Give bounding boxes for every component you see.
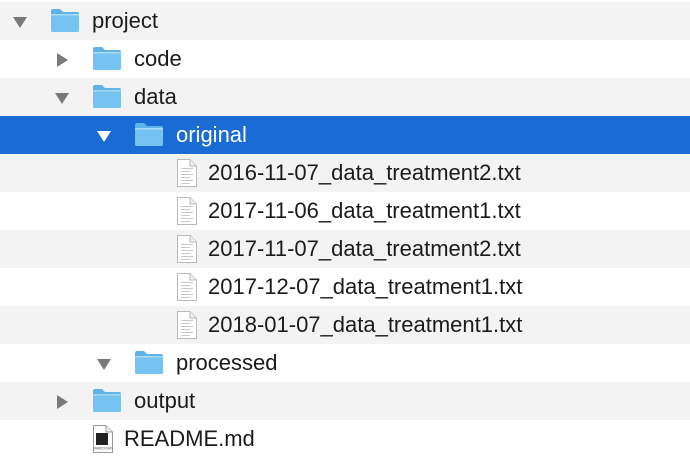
folder-icon <box>50 7 80 33</box>
tree-row-label: 2018-01-07_data_treatment1.txt <box>208 312 523 337</box>
disclosure-triangle-expanded-icon[interactable] <box>96 356 112 372</box>
tree-row-label: 2016-11-07_data_treatment2.txt <box>208 160 521 185</box>
tree-row-label: 2017-12-07_data_treatment1.txt <box>208 274 523 299</box>
tree-row-label: original <box>176 122 247 147</box>
tree-row-label: processed <box>176 350 278 375</box>
tree-row-label: 2017-11-06_data_treatment1.txt <box>208 198 521 223</box>
file-tree: project code data original 2016-11-07_da… <box>0 2 690 458</box>
tree-row-project[interactable]: project <box>0 2 690 40</box>
folder-icon <box>134 121 164 147</box>
tree-row-data[interactable]: data <box>0 78 690 116</box>
tree-row-processed[interactable]: processed <box>0 344 690 382</box>
tree-row-file[interactable]: 2017-12-07_data_treatment1.txt <box>0 268 690 306</box>
markdown-file-icon: MARKDOWN <box>92 424 114 454</box>
disclosure-triangle-expanded-icon[interactable] <box>96 128 112 144</box>
disclosure-triangle-collapsed-icon[interactable] <box>54 394 70 410</box>
folder-icon <box>92 83 122 109</box>
tree-row-label: output <box>134 388 196 413</box>
tree-row-file[interactable]: 2018-01-07_data_treatment1.txt <box>0 306 690 344</box>
folder-icon <box>92 387 122 413</box>
svg-text:MARKDOWN: MARKDOWN <box>93 447 113 451</box>
tree-row-original[interactable]: original <box>0 116 690 154</box>
text-file-icon <box>176 234 198 264</box>
tree-row-file[interactable]: 2016-11-07_data_treatment2.txt <box>0 154 690 192</box>
disclosure-triangle-collapsed-icon[interactable] <box>54 52 70 68</box>
tree-row-readme[interactable]: MARKDOWN README.md <box>0 420 690 458</box>
text-file-icon <box>176 158 198 188</box>
tree-row-label: 2017-11-07_data_treatment2.txt <box>208 236 521 261</box>
folder-icon <box>134 349 164 375</box>
folder-icon <box>92 45 122 71</box>
tree-row-code[interactable]: code <box>0 40 690 78</box>
tree-row-label: project <box>92 8 159 33</box>
tree-row-output[interactable]: output <box>0 382 690 420</box>
tree-row-label: code <box>134 46 182 71</box>
tree-row-file[interactable]: 2017-11-06_data_treatment1.txt <box>0 192 690 230</box>
disclosure-triangle-expanded-icon[interactable] <box>54 90 70 106</box>
text-file-icon <box>176 272 198 302</box>
tree-row-file[interactable]: 2017-11-07_data_treatment2.txt <box>0 230 690 268</box>
text-file-icon <box>176 196 198 226</box>
disclosure-triangle-expanded-icon[interactable] <box>12 14 28 30</box>
text-file-icon <box>176 310 198 340</box>
tree-row-label: data <box>134 84 177 109</box>
tree-row-label: README.md <box>124 426 255 451</box>
